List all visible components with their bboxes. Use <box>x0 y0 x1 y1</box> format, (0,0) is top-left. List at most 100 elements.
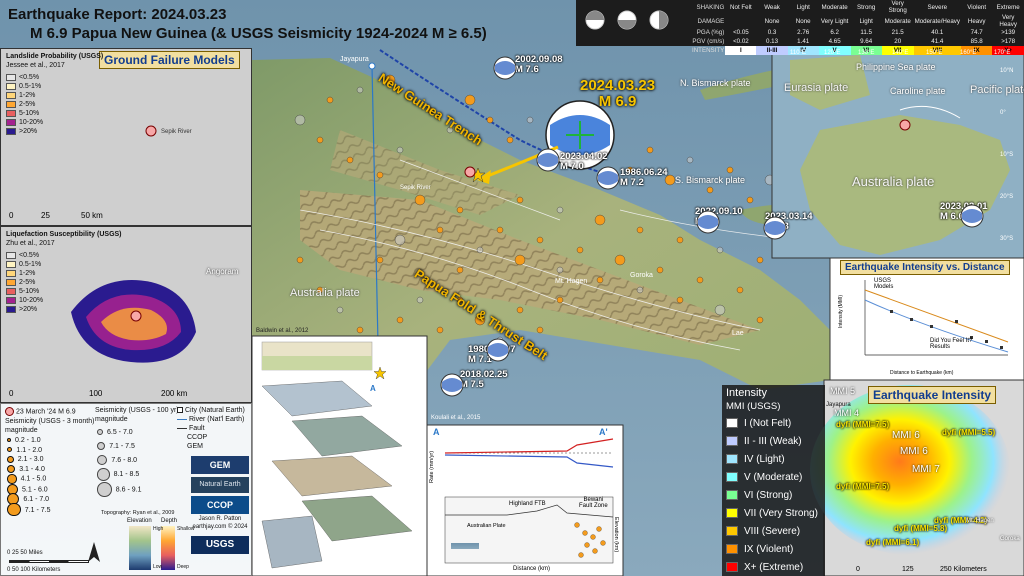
quake-mag: M 7.5 <box>460 379 484 390</box>
dyfi-results-label: Did You Feel It? Results <box>930 338 973 350</box>
mmi-row: VII (Very Strong) <box>722 504 825 522</box>
city-legend-label: City (Natural Earth) <box>184 407 245 414</box>
class-row: <0.5% <box>6 251 43 260</box>
seismicity-dot <box>464 94 476 106</box>
cross-section-3d: Baldwin et al., 2012 A <box>252 328 427 576</box>
report-subtitle: M 6.9 Papua New Guinea (& USGS Seismicit… <box>30 25 487 42</box>
seis3-row: 3.1 - 4.0 <box>7 464 50 475</box>
xsec-star <box>373 366 387 384</box>
shaking-cell: 1.41 <box>797 38 810 45</box>
scale-km: 0 50 100 Kilometers <box>7 567 61 573</box>
epicenter-marker <box>464 165 476 183</box>
fault-legend: Fault <box>177 425 205 432</box>
lat-tick: 30°S <box>1000 236 1014 242</box>
elevation-ramp <box>129 526 151 570</box>
class-swatch <box>6 109 16 117</box>
class-label: 2-5% <box>19 101 36 108</box>
seismicity-dot <box>516 306 524 314</box>
class-row: 2-5% <box>6 100 43 109</box>
class-row: 10-20% <box>6 118 43 127</box>
seismicity-dot <box>356 86 364 94</box>
seis100-title: Seismicity (USGS - 100 yr) <box>95 407 179 414</box>
class-label: >20% <box>19 128 38 135</box>
seismicity-dot <box>594 214 606 226</box>
seis100-row: 7.1 - 7.5 <box>97 440 141 454</box>
dyfi-point <box>890 310 893 313</box>
shaking-cell: Moderate <box>821 3 848 11</box>
lon-tick: 120°E <box>824 50 841 56</box>
report-title: Earthquake Report: 2024.03.23 <box>8 6 227 23</box>
liquefaction-cite: Zhu et al., 2017 <box>6 240 55 247</box>
lat-tick: 0° <box>1000 110 1006 116</box>
xsec-hypocenter <box>578 552 584 558</box>
seis3-legend: 0.2 - 1.0 1.1 - 2.0 2.1 - 3.0 3.1 - 4.0 4.1 … <box>7 436 51 517</box>
quake-label: 1986.06.24 M 7.2 <box>620 168 668 188</box>
seis3-dot <box>7 438 11 443</box>
class-swatch <box>6 251 16 259</box>
seismicity-dot <box>676 296 684 304</box>
class-label: 5-10% <box>19 110 40 117</box>
class-label: <0.5% <box>19 252 40 259</box>
seismicity-dot <box>536 236 544 244</box>
bewani-label: Bewani Fault Zone <box>579 497 608 509</box>
class-swatch <box>6 118 16 126</box>
shaking-cell: Extreme <box>996 3 1020 11</box>
elev-low: Low <box>153 564 163 570</box>
seismicity-dot <box>716 246 724 254</box>
lon-tick: 150°E <box>926 50 943 56</box>
seis3-row: 6.1 - 7.0 <box>7 493 50 506</box>
shaking-cell: Light <box>796 3 810 11</box>
intensity-distance-panel: Earthquake Intensity vs. Distance USGS M… <box>830 258 1024 380</box>
distance-ylabel: Intensity (MMI) <box>838 294 844 328</box>
seismicity-dot <box>746 196 754 204</box>
shaking-cell: Moderate/Heavy <box>914 17 960 25</box>
caroline-label: Caroline plate <box>890 86 946 96</box>
shaking-cell: 9.64 <box>860 38 873 45</box>
class-swatch <box>6 269 16 277</box>
seismicity-dot <box>476 246 484 254</box>
seismicity-dot <box>614 254 626 266</box>
seismicity-dot <box>556 296 564 304</box>
seismicity-dot <box>556 266 564 274</box>
pacific-label: Pacific plate <box>970 84 1024 96</box>
class-row: <0.5% <box>6 73 43 82</box>
class-row: 5-10% <box>6 109 43 118</box>
mmi-row-label: IV (Light) <box>744 453 785 465</box>
dyfi-label: dyfi (MMI=5.5) <box>942 428 996 437</box>
eurasia-label: Eurasia plate <box>784 82 849 94</box>
seis100-row: 6.5 - 7.0 <box>97 426 141 440</box>
city-legend: City (Natural Earth) <box>177 407 245 414</box>
lq-scale-1: 100 <box>89 389 103 398</box>
shaking-cell: 85.8 <box>970 38 983 45</box>
shaking-cell: 6.2 <box>830 29 839 36</box>
main-event-date: 2024.03.23 <box>580 77 656 94</box>
north-arrow-icon <box>88 542 100 562</box>
dyfi-point <box>985 340 988 343</box>
xsec-xlabel: Distance (km) <box>513 566 551 572</box>
mmi-row-label: V (Moderate) <box>744 471 803 483</box>
focal-mechanism-icon <box>493 56 517 80</box>
seis3-label: 7.1 - 7.5 <box>24 506 51 514</box>
seismicity-dot <box>294 114 306 126</box>
seismicity-dot <box>714 304 726 316</box>
fault-legend-label: Fault <box>188 425 205 432</box>
s-bismarck-label: S. Bismarck plate <box>675 175 746 185</box>
class-swatch <box>6 278 16 286</box>
shaking-cell: <0.02 <box>733 38 749 45</box>
class-row: 0.5-1% <box>6 260 43 269</box>
class-row: 10-20% <box>6 296 43 305</box>
seis100-legend: 6.5 - 7.0 7.1 - 7.5 7.6 - 8.0 8.1 - 8.5 8.6 … <box>97 426 141 497</box>
mmi-swatch <box>726 562 738 572</box>
class-label: 0.5-1% <box>19 83 42 90</box>
gem-logo: GEM <box>191 456 249 474</box>
seismicity-dot <box>526 116 534 124</box>
shaking-cell: 41.4 <box>931 38 944 45</box>
class-row: >20% <box>6 127 43 136</box>
shaking-cell: Moderate <box>884 17 911 25</box>
lae-label: Lae <box>732 330 744 337</box>
quake-mag: M 7.6 <box>515 64 539 75</box>
seis100-row: 8.6 - 9.1 <box>97 482 141 497</box>
seis100-dot <box>97 429 103 436</box>
seismicity-dot <box>556 206 564 214</box>
dyfi-point <box>955 320 958 323</box>
